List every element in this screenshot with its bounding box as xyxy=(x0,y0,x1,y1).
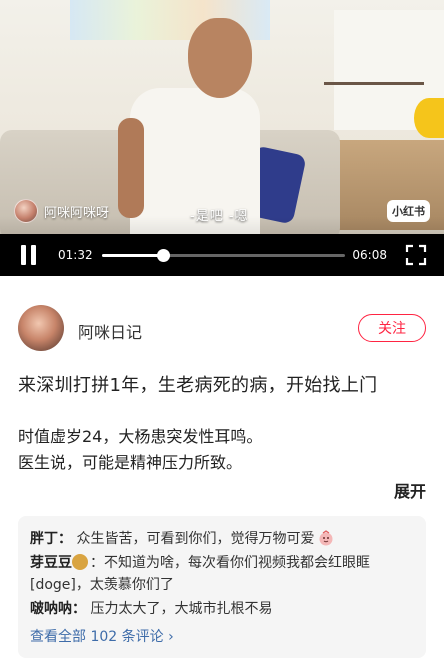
author-name[interactable]: 阿咪日记 xyxy=(78,319,142,343)
post-body-line: 时值虚岁24，大杨患突发性耳鸣。 xyxy=(18,427,263,446)
xiaohongshu-logo: 小红书 xyxy=(387,200,430,222)
expand-button[interactable]: 展开 xyxy=(394,478,426,502)
comment-item[interactable]: 胖丁： 众生皆苦，可看到你们，觉得万物可爱 xyxy=(30,528,414,550)
comment-text: 压力太大了，大城市扎根不易 xyxy=(86,601,273,617)
pause-icon-bar-right xyxy=(31,245,36,265)
video-frame-person xyxy=(118,18,260,238)
post-body-line: 医生说，可能是精神压力所致。 xyxy=(18,453,243,472)
comment-item[interactable]: 啵呐呐： 压力太大了，大城市扎根不易 xyxy=(30,598,414,620)
view-all-label: 查看全部 102 条评论 xyxy=(30,629,164,645)
comments-panel: 胖丁： 众生皆苦，可看到你们，觉得万物可爱 芽豆豆 ：不知道为啥，每次看你们视频我… xyxy=(18,516,426,658)
comment-user[interactable]: 芽豆豆 xyxy=(30,555,72,571)
comment-user[interactable]: 啵呐呐： xyxy=(30,601,86,617)
video-frame-head xyxy=(188,18,252,98)
post-title: 来深圳打拼1年，生老病死的病，开始找上门 xyxy=(18,375,378,396)
fullscreen-icon xyxy=(405,244,427,266)
video-frame-bed-rail xyxy=(324,82,424,85)
author-avatar[interactable] xyxy=(18,305,64,351)
progress-thumb[interactable] xyxy=(156,249,170,262)
view-all-comments-link[interactable]: 查看全部 102 条评论 › xyxy=(30,626,414,646)
sticker-icon xyxy=(318,530,334,546)
comment-user[interactable]: 胖丁： xyxy=(30,531,72,547)
progress-fill xyxy=(102,254,163,257)
video-watermark: 阿咪阿咪呀 xyxy=(14,199,109,223)
video-frame-toy xyxy=(414,98,444,138)
pause-button[interactable] xyxy=(19,245,39,265)
comment-text: 众生皆苦，可看到你们，觉得万物可爱 xyxy=(72,531,315,547)
chevron-right-icon: › xyxy=(163,629,174,645)
progress-bar[interactable] xyxy=(102,249,345,262)
total-time: 06:08 xyxy=(352,248,387,262)
watermark-avatar xyxy=(14,199,38,223)
video-subtitle: -是吧 -嗯 xyxy=(190,209,249,224)
watermark-username: 阿咪阿咪呀 xyxy=(44,205,110,221)
post-body: 时值虚岁24，大杨患突发性耳鸣。 医生说，可能是精神压力所致。 xyxy=(18,424,262,476)
follow-button[interactable]: 关注 xyxy=(358,314,426,342)
current-time: 01:32 xyxy=(58,248,93,262)
video-player[interactable]: 阿咪阿咪呀 -是吧 -嗯 小红书 01:32 06:08 xyxy=(0,0,444,276)
pause-icon-bar-left xyxy=(21,245,26,265)
author-row: 阿咪日记 关注 xyxy=(18,305,426,353)
user-badge-icon xyxy=(72,554,88,570)
fullscreen-button[interactable] xyxy=(405,244,427,266)
video-controls: 01:32 06:08 xyxy=(0,234,444,276)
video-frame-arm xyxy=(118,118,144,218)
comment-item[interactable]: 芽豆豆 ：不知道为啥，每次看你们视频我都会红眼眶 [doge]，太羡慕你们了 xyxy=(30,552,414,596)
